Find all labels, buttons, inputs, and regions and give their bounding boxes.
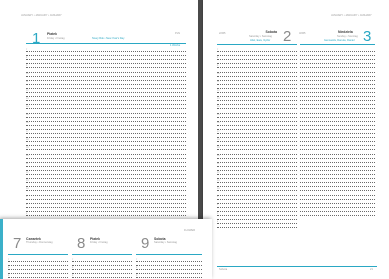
bookmark-ribbon [0,219,3,279]
day3-number: 3 [363,28,372,45]
ruled-lines-col2: 789 [72,257,132,279]
day2-subtitle: Saturday • Samstag [249,35,272,38]
header-rule-right [300,44,375,45]
hour-label: 9 [72,274,74,277]
ruled-lines-left-column: 7 8 9 10 11 12 13 14 15 16 17 18 19 20 21 22 23 24 1 2 3 4 [217,47,297,229]
ruled-lines-col1: 789 [8,257,68,279]
footer-label: Sobota [219,268,228,271]
header-rule-2 [72,254,132,255]
right-diary-page: JANUARY • JANUARY • JANUARY 2/365 Sobota… [203,0,389,279]
page-number: 21 [370,268,373,271]
hour-label: 3 [26,212,28,215]
ruled-line: 9 [136,273,202,279]
ruled-line: 9 [8,273,68,279]
page-header: JANUARY • JANUARY • JANUARY [21,14,62,17]
day2-name: Sobota [265,30,278,34]
header-rule-left [217,44,297,45]
page-header: FLOWER [184,229,196,232]
page-header: JANUARY • JANUARY • JANUARY [331,14,372,17]
day9-subtitle: Saturday • Samstag [154,241,177,244]
date-counter-right: 3/365 [299,32,306,35]
day3-name: Niedziela [338,30,353,34]
day3-note: Genowefa, Danuta, Daniel [324,39,355,42]
day2-note: Abel, Ewa, Izydor [250,39,271,42]
day8-subtitle: Friday • Freitag [90,241,108,244]
ruled-line [217,223,297,229]
ruled-lines-col3: 789 [136,257,202,279]
day7-subtitle: Thursday • Donnerstag [26,241,53,244]
day2-number: 2 [283,28,292,45]
day7-number: 7 [13,235,22,252]
footer-rule [217,266,377,267]
header-rule-1 [8,254,68,255]
header-rule [26,43,186,44]
day8-number: 8 [77,235,86,252]
ruled-line: 3 [26,211,186,217]
holiday-label: Nowy Rok • New Year's Day [92,37,125,40]
hour-label: 9 [8,274,10,277]
day-name: Piatek [47,32,57,36]
header-rule-3 [136,254,202,255]
day9-number: 9 [141,235,150,252]
ruled-lines: 7 8 9 10 11 12 13 14 15 16 17 18 19 20 21 22 23 24 1 2 3 [26,47,186,217]
day-subtitle: Friday • Freitag [47,37,65,40]
date-counter-left: 2/365 [219,32,226,35]
day3-subtitle: Sunday • Sonntag [337,35,358,38]
ruled-line [300,211,375,217]
hour-label: 9 [136,274,138,277]
ruled-line: 9 [72,273,132,279]
second-diary-page: FLOWER 7 Czwartek Thursday • Donnerstag … [0,219,212,279]
ruled-lines-right-column [300,47,375,217]
currency-label: PLN [175,32,181,35]
